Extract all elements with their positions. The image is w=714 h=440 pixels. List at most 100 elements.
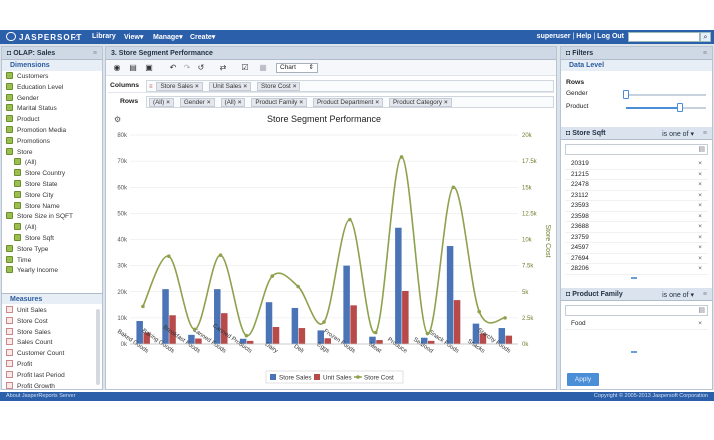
collapse-icon[interactable]: ◘ bbox=[566, 130, 570, 137]
global-search-input[interactable] bbox=[628, 32, 700, 42]
panel-menu-icon[interactable]: ≡ bbox=[703, 130, 707, 137]
dimension-item[interactable]: (All) bbox=[6, 158, 102, 169]
dimension-item[interactable]: Store State bbox=[6, 179, 102, 191]
condition-select[interactable]: is one of ▾ bbox=[662, 130, 694, 138]
filter-value-row[interactable]: 23688 × bbox=[565, 222, 708, 233]
collapse-icon[interactable]: ◘ bbox=[566, 50, 570, 57]
remove-icon[interactable]: × bbox=[698, 180, 702, 191]
remove-icon[interactable]: × bbox=[698, 170, 702, 181]
menu-create[interactable]: Create▾ bbox=[190, 33, 215, 41]
measure-item[interactable]: Store Sales bbox=[6, 327, 96, 339]
dimension-item[interactable]: Store Name bbox=[6, 201, 102, 213]
remove-icon[interactable]: × bbox=[698, 233, 702, 244]
save-icon[interactable]: ▤ bbox=[128, 63, 138, 73]
row-chip-all[interactable]: (All) × bbox=[149, 98, 174, 107]
filter-value-row[interactable]: 23759 × bbox=[565, 233, 708, 244]
dimension-item[interactable]: Marital Status bbox=[6, 104, 102, 115]
dimension-item[interactable]: Store Type bbox=[6, 244, 102, 256]
column-chip-unit-sales[interactable]: Unit Sales × bbox=[208, 82, 252, 91]
search-icon[interactable]: ⌕ bbox=[700, 32, 711, 42]
slider-handle[interactable] bbox=[676, 103, 683, 112]
remove-icon[interactable]: × bbox=[698, 254, 702, 265]
product-family-search-input[interactable]: ▤ bbox=[565, 305, 708, 316]
dimension-item[interactable]: Store Country bbox=[6, 169, 102, 180]
condition-select[interactable]: is one of ▾ bbox=[662, 291, 694, 299]
apply-button[interactable]: Apply bbox=[567, 373, 599, 386]
chart-type-select[interactable]: Chart ⇕ bbox=[276, 63, 318, 73]
remove-icon[interactable]: × bbox=[698, 243, 702, 254]
export-icon[interactable]: ▣ bbox=[144, 63, 154, 73]
options-icon[interactable]: ☑ bbox=[240, 63, 250, 73]
filter-value-row[interactable]: 28206 × bbox=[565, 264, 708, 275]
column-chip-store-sales[interactable]: Store Sales × bbox=[156, 82, 203, 91]
dimension-item[interactable]: Store City bbox=[6, 190, 102, 202]
slider-track[interactable] bbox=[626, 94, 706, 96]
measure-item[interactable]: Unit Sales bbox=[6, 306, 96, 317]
remove-icon[interactable]: × bbox=[698, 222, 702, 233]
dimension-item[interactable]: Store Sqft bbox=[6, 233, 102, 245]
rows-dropzone[interactable]: (All) × Gender × (All) × Product Family × Pr… bbox=[146, 96, 554, 108]
row-chip-product-category[interactable]: Product Category × bbox=[388, 98, 452, 107]
calendar-icon[interactable]: ▤ bbox=[698, 306, 705, 314]
remove-icon[interactable]: × bbox=[698, 319, 702, 330]
filter-value-row[interactable]: 22478 × bbox=[565, 180, 708, 191]
table-icon[interactable]: ▦ bbox=[258, 63, 268, 73]
dimension-item[interactable]: Yearly Income bbox=[6, 266, 102, 277]
column-chip-store-cost[interactable]: Store Cost × bbox=[257, 82, 301, 91]
dimension-item[interactable]: Gender bbox=[6, 93, 102, 105]
menu-manage[interactable]: Manage▾ bbox=[153, 33, 183, 41]
resize-handle[interactable] bbox=[631, 351, 637, 353]
filter-value-row[interactable]: 21215 × bbox=[565, 170, 708, 181]
calendar-icon[interactable]: ▤ bbox=[698, 145, 705, 153]
dimension-item[interactable]: Product bbox=[6, 115, 102, 126]
dimension-item[interactable]: Time bbox=[6, 255, 102, 267]
row-chip-gender[interactable]: Gender × bbox=[179, 98, 215, 107]
menu-view[interactable]: View▾ bbox=[124, 33, 143, 41]
home-icon[interactable]: ⌂ bbox=[74, 32, 79, 42]
menu-library[interactable]: Library bbox=[92, 33, 116, 40]
filter-value-row[interactable]: Food × bbox=[565, 319, 708, 330]
measure-item[interactable]: Profit last Period bbox=[6, 370, 96, 382]
row-chip-product-family[interactable]: Product Family × bbox=[251, 98, 308, 107]
dimension-item[interactable]: Customers bbox=[6, 72, 102, 83]
remove-icon[interactable]: × bbox=[698, 212, 702, 223]
row-chip-all[interactable]: (All) × bbox=[220, 98, 246, 107]
filter-value-row[interactable]: 23112 × bbox=[565, 191, 708, 202]
row-chip-product-department[interactable]: Product Department × bbox=[312, 98, 384, 107]
help-link[interactable]: Help bbox=[576, 33, 591, 40]
view-icon[interactable]: ◉ bbox=[112, 63, 122, 73]
store-sqft-search-input[interactable]: ▤ bbox=[565, 144, 708, 155]
collapse-icon[interactable]: ◘ bbox=[7, 50, 11, 57]
dimension-item[interactable]: Promotions bbox=[6, 136, 102, 148]
measures-scrollbar[interactable] bbox=[96, 309, 100, 385]
remove-icon[interactable]: × bbox=[698, 159, 702, 170]
slider-handle[interactable] bbox=[623, 90, 629, 99]
remove-icon[interactable]: × bbox=[698, 191, 702, 202]
dimension-item[interactable]: Promotion Media bbox=[6, 125, 102, 137]
filter-value-row[interactable]: 23598 × bbox=[565, 212, 708, 223]
filter-value-row[interactable]: 20319 × bbox=[565, 159, 708, 170]
measure-item[interactable]: Profit bbox=[6, 359, 96, 371]
dimension-item[interactable]: Store bbox=[6, 147, 102, 159]
reset-icon[interactable]: ↺ bbox=[196, 63, 206, 73]
columns-dropzone[interactable]: ≡ Store Sales × Unit Sales × Store Cost × bbox=[146, 80, 554, 92]
collapse-icon[interactable]: ◘ bbox=[566, 291, 570, 298]
measure-item[interactable]: Store Cost bbox=[6, 316, 96, 328]
panel-menu-icon[interactable]: ≡ bbox=[93, 50, 97, 57]
dimension-item[interactable]: (All) bbox=[6, 223, 102, 234]
dimension-item[interactable]: Education Level bbox=[6, 82, 102, 94]
jaspersoft-logo[interactable]: JASPERSOFT bbox=[6, 32, 82, 42]
remove-icon[interactable]: × bbox=[698, 201, 702, 212]
measure-item[interactable]: Customer Count bbox=[6, 349, 96, 360]
footer-left[interactable]: About JasperReports Server bbox=[6, 393, 75, 399]
logout-link[interactable]: Log Out bbox=[597, 33, 624, 40]
measure-item[interactable]: Profit Growth bbox=[6, 381, 96, 393]
measure-item[interactable]: Sales Count bbox=[6, 338, 96, 349]
resize-handle[interactable] bbox=[631, 277, 637, 279]
panel-menu-icon[interactable]: ≡ bbox=[703, 291, 707, 298]
dimension-item[interactable]: Store Size in SQFT bbox=[6, 212, 102, 223]
redo-icon[interactable]: ↷ bbox=[182, 63, 192, 73]
remove-icon[interactable]: × bbox=[698, 264, 702, 275]
undo-icon[interactable]: ↶ bbox=[168, 63, 178, 73]
panel-menu-icon[interactable]: ≡ bbox=[703, 50, 707, 57]
